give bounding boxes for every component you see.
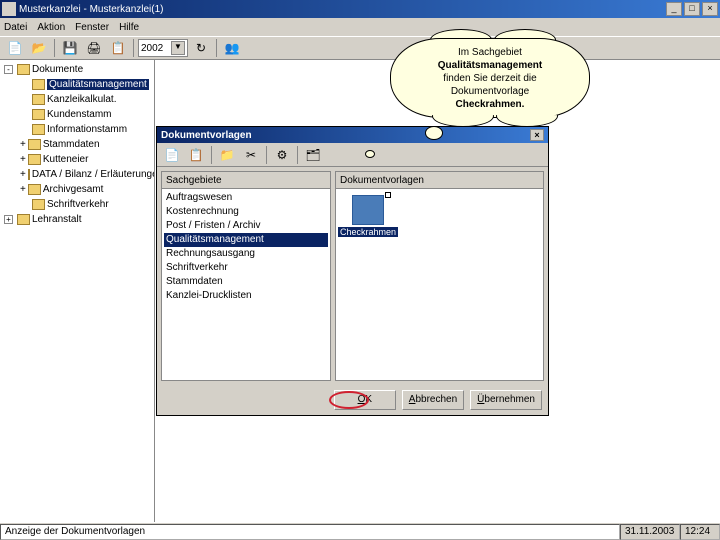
list-item[interactable]: Post / Fristen / Archiv [164,219,328,233]
menu-datei[interactable]: Datei [4,22,27,33]
folder-icon [17,64,30,75]
dlg-tool-1[interactable]: 📄 [161,145,183,165]
minimize-button[interactable]: _ [666,2,682,16]
dokumentvorlagen-dialog: Dokumentvorlagen × 📄 📋 📁 ✂ ⚙ 🗂 Sachgebie… [156,126,549,416]
ok-button[interactable]: OK [334,390,396,410]
dialog-buttons: OK Abbrechen Übernehmen [157,385,548,415]
list-item[interactable]: Rechnungsausgang [164,247,328,261]
dialog-close-button[interactable]: × [530,129,544,141]
menu-fenster[interactable]: Fenster [75,22,109,33]
tree-item[interactable]: Kundenstamm [2,107,152,122]
apply-button[interactable]: Übernehmen [470,390,542,410]
toolbar-icon-3[interactable]: 💾 [59,38,81,58]
document-icon [352,195,384,225]
list-item[interactable]: Auftragswesen [164,191,328,205]
titlebar: Musterkanzlei - Musterkanzlei(1) _ □ × [0,0,720,18]
tree-root-2[interactable]: + Lehranstalt [2,212,152,227]
maximize-button[interactable]: □ [684,2,700,16]
dlg-tool-6[interactable]: 🗂 [302,145,324,165]
sachgebiete-panel: Sachgebiete Auftragswesen Kostenrechnung… [161,171,331,381]
expand-icon[interactable]: + [20,184,26,195]
dialog-titlebar: Dokumentvorlagen × [157,127,548,143]
expand-icon[interactable]: + [20,154,26,165]
toolbar: 📄 📂 💾 🖨 📋 2002 ▼ ↻ 👥 [0,36,720,60]
expand-icon[interactable]: + [20,169,26,180]
status-text: Anzeige der Dokumentvorlagen [0,524,620,540]
dlg-tool-cut[interactable]: ✂ [240,145,262,165]
folder-icon [17,214,30,225]
dokumentvorlagen-panel: Dokumentvorlagen Checkrahmen [335,171,544,381]
tree-item[interactable]: + Stammdaten [2,137,152,152]
tree-item[interactable]: Kanzleikalkulat. [2,92,152,107]
list-item[interactable]: Stammdaten [164,275,328,289]
dokumentvorlagen-list[interactable]: Checkrahmen [336,188,543,380]
menubar: Datei Aktion Fenster Hilfe [0,18,720,36]
dialog-toolbar: 📄 📋 📁 ✂ ⚙ 🗂 [157,143,548,167]
list-item-selected[interactable]: Qualitätsmanagement [164,233,328,247]
folder-icon [28,154,41,165]
folder-icon [28,184,41,195]
folder-icon [32,124,45,135]
toolbar-icon-5[interactable]: 📋 [107,38,129,58]
list-item[interactable]: Kostenrechnung [164,205,328,219]
folder-icon [32,109,45,120]
window-title: Musterkanzlei - Musterkanzlei(1) [19,4,666,15]
dlg-tool-5[interactable]: ⚙ [271,145,293,165]
folder-icon [32,79,45,90]
tree-item[interactable]: + Kutteneier [2,152,152,167]
tree-sidebar[interactable]: - Dokumente Qualitätsmanagement Kanzleik… [0,60,155,522]
expand-icon[interactable]: + [4,215,13,224]
doc-item-checkrahmen[interactable]: Checkrahmen [338,191,398,241]
dialog-title: Dokumentvorlagen [161,130,252,141]
dokumentvorlagen-header: Dokumentvorlagen [336,172,543,188]
dlg-tool-3[interactable]: 📁 [216,145,238,165]
menu-aktion[interactable]: Aktion [37,22,65,33]
toolbar-icon-2[interactable]: 📂 [28,38,50,58]
list-item[interactable]: Kanzlei-Drucklisten [164,289,328,303]
tree-item-qualitaet[interactable]: Qualitätsmanagement [2,77,152,92]
app-icon [2,2,16,16]
statusbar: Anzeige der Dokumentvorlagen 31.11.2003 … [0,522,720,540]
tree-root-dokumente[interactable]: - Dokumente [2,62,152,77]
collapse-icon[interactable]: - [4,65,13,74]
folder-icon [28,169,30,180]
cancel-button[interactable]: Abbrechen [402,390,464,410]
status-date: 31.11.2003 [620,524,680,540]
folder-icon [28,139,41,150]
selection-handle [385,192,391,198]
folder-icon [32,199,45,210]
doc-label: Checkrahmen [338,227,398,237]
menu-hilfe[interactable]: Hilfe [119,22,139,33]
year-value: 2002 [141,43,163,54]
expand-icon[interactable]: + [20,139,26,150]
chevron-down-icon[interactable]: ▼ [171,41,185,55]
close-button[interactable]: × [702,2,718,16]
sachgebiete-header: Sachgebiete [162,172,330,188]
refresh-icon[interactable]: ↻ [190,38,212,58]
year-combo[interactable]: 2002 ▼ [138,39,188,57]
tree-item[interactable]: + Archivgesamt [2,182,152,197]
tree-item[interactable]: Schriftverkehr [2,197,152,212]
sachgebiete-list[interactable]: Auftragswesen Kostenrechnung Post / Fris… [162,188,330,380]
print-icon[interactable]: 🖨 [83,38,105,58]
dlg-tool-2[interactable]: 📋 [185,145,207,165]
toolbar-icon-7[interactable]: 👥 [221,38,243,58]
tree-item[interactable]: Informationstamm [2,122,152,137]
list-item[interactable]: Schriftverkehr [164,261,328,275]
toolbar-icon-1[interactable]: 📄 [4,38,26,58]
tree-item[interactable]: + DATA / Bilanz / Erläuterungen [2,167,152,182]
folder-icon [32,94,45,105]
status-time: 12:24 [680,524,720,540]
